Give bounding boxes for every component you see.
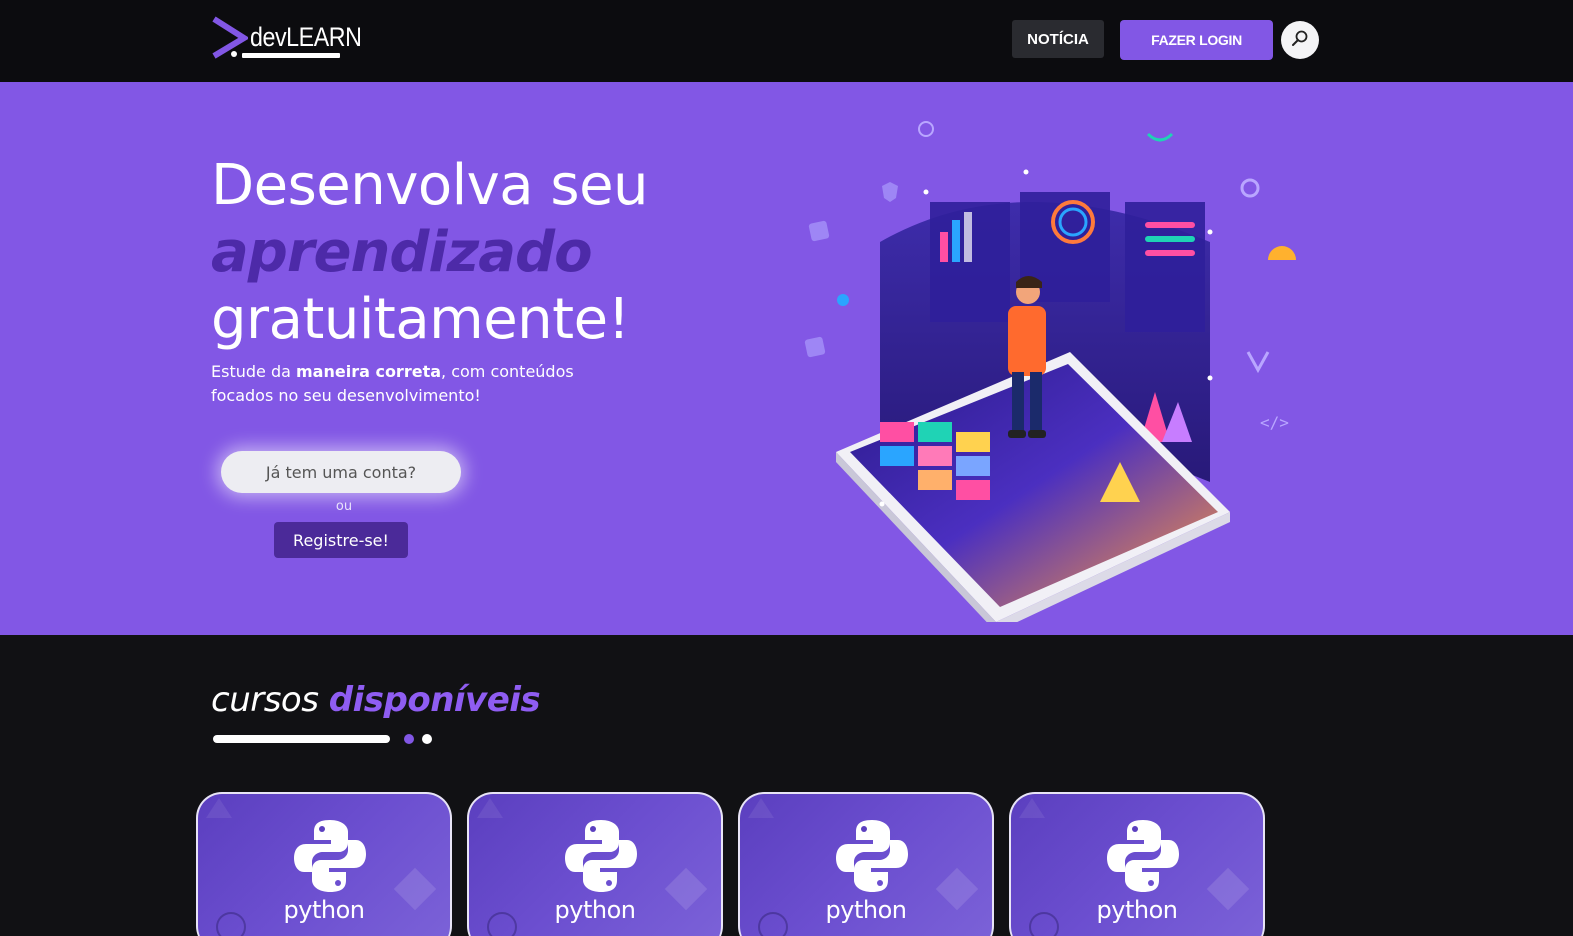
vue-icon — [1246, 351, 1270, 374]
code-icon: </> — [1260, 413, 1289, 432]
carousel-dot-active[interactable] — [404, 734, 414, 744]
hero-illustration: </> — [780, 102, 1340, 632]
login-button[interactable]: FAZER LOGIN — [1120, 20, 1273, 60]
course-name: python — [1096, 896, 1178, 924]
logo-text: devLEARN — [250, 22, 362, 52]
half-circle-shape — [1268, 246, 1296, 260]
search-icon — [1291, 29, 1309, 51]
hero-subtitle-bold: maneira correta — [296, 362, 442, 381]
python-logo-icon — [832, 816, 912, 896]
news-button[interactable]: NOTÍCIA — [1012, 20, 1104, 58]
python-logo-icon — [561, 816, 641, 896]
top-navbar: devLEARN NOTÍCIA FAZER LOGIN — [0, 0, 1573, 82]
hero-title-line3: gratuitamente! — [211, 287, 630, 352]
js-icon — [804, 336, 826, 358]
course-name: python — [283, 896, 365, 924]
hero-section: Desenvolva seu aprendizado gratuitamente… — [0, 82, 1573, 635]
react-icon — [918, 121, 934, 137]
or-separator: ou — [335, 499, 353, 514]
gatsby-icon — [1240, 178, 1260, 198]
courses-title-underline — [213, 735, 390, 743]
bootstrap-icon — [808, 220, 830, 242]
course-card[interactable]: python — [196, 792, 452, 936]
blue-dot — [837, 294, 849, 306]
hero-subtitle: Estude da maneira correta, com conteúdos… — [211, 362, 574, 405]
python-logo-icon — [1103, 816, 1183, 896]
has-account-button[interactable]: Já tem uma conta? — [221, 451, 461, 493]
course-name: python — [825, 896, 907, 924]
courses-title: cursos disponíveis — [211, 680, 541, 720]
course-cards: python python python python — [196, 792, 1276, 936]
course-card[interactable]: python — [1009, 792, 1265, 936]
tailwind-icon — [1146, 132, 1174, 142]
course-card[interactable]: python — [738, 792, 994, 936]
logo-underline — [242, 53, 340, 58]
hero-title-line1: Desenvolva seu — [211, 153, 649, 218]
course-name: python — [554, 896, 636, 924]
hero-title-emphasis: aprendizado — [211, 220, 593, 285]
carousel-dot[interactable] — [422, 734, 432, 744]
courses-title-accent: disponíveis — [328, 680, 541, 720]
register-button[interactable]: Registre-se! — [274, 522, 408, 558]
python-logo-icon — [290, 816, 370, 896]
course-card[interactable]: python — [467, 792, 723, 936]
hero-title: Desenvolva seu aprendizado gratuitamente… — [211, 152, 649, 353]
devlearn-logo[interactable]: devLEARN — [212, 16, 362, 64]
search-button[interactable] — [1281, 21, 1319, 59]
angular-icon — [882, 182, 898, 202]
